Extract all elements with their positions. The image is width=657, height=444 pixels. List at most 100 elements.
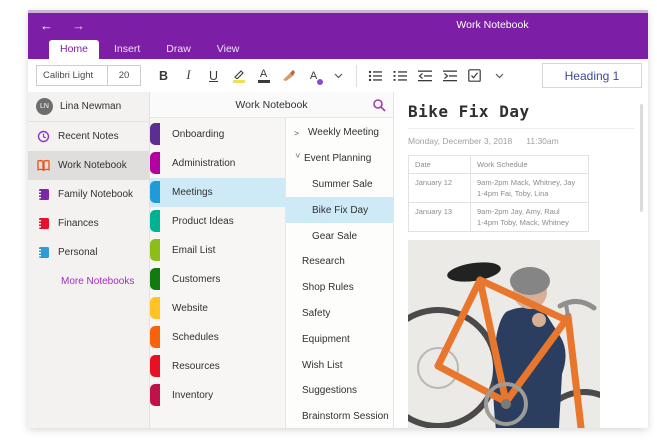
italic-button[interactable]: I: [176, 64, 201, 88]
onenote-app-window: ← → Work Notebook Home Insert Draw View …: [28, 10, 648, 428]
outdent-icon: [417, 70, 432, 81]
page-label: Shop Rules: [302, 282, 354, 294]
section-email-list[interactable]: Email List: [150, 236, 285, 265]
notebook-icon: [38, 247, 49, 258]
titlebar: ← → Work Notebook: [28, 10, 648, 40]
section-onboarding[interactable]: Onboarding: [150, 120, 285, 149]
font-size-field[interactable]: 20: [107, 65, 141, 86]
sidebar-item-finances[interactable]: Finances: [28, 209, 149, 238]
highlighter-button[interactable]: [226, 64, 251, 88]
section-label: Meetings: [172, 187, 213, 198]
page-label: Equipment: [302, 333, 350, 345]
bold-button[interactable]: B: [151, 64, 176, 88]
tab-home[interactable]: Home: [49, 40, 100, 59]
text-effects-button[interactable]: A: [301, 64, 326, 88]
indent-button[interactable]: [437, 64, 462, 88]
section-website[interactable]: Website: [150, 294, 285, 323]
font-name-field[interactable]: Calibri Light: [36, 65, 108, 86]
page-label: Wish List: [302, 359, 343, 371]
cell-schedule[interactable]: 9am-2pm Mack, Whitney, Jay 1-4pm Fai, To…: [470, 173, 589, 203]
sidebar-item-recent-notes[interactable]: Recent Notes: [28, 122, 149, 151]
notebook-panel-title: Work Notebook: [235, 98, 308, 111]
outdent-button[interactable]: [412, 64, 437, 88]
page-shop-rules[interactable]: Shop Rules: [286, 275, 393, 301]
chevron-down-icon: [334, 73, 343, 78]
sidebar-item-family-notebook[interactable]: Family Notebook: [28, 180, 149, 209]
bullet-list-button[interactable]: [362, 64, 387, 88]
back-arrow-icon[interactable]: ←: [40, 19, 53, 33]
sidebar-item-label: Family Notebook: [58, 189, 134, 200]
section-administration[interactable]: Administration: [150, 149, 285, 178]
section-inventory[interactable]: Inventory: [150, 381, 285, 410]
section-customers[interactable]: Customers: [150, 265, 285, 294]
font-color-bar-icon: [257, 79, 270, 83]
section-label: Website: [172, 303, 208, 314]
cell-date[interactable]: January 12: [408, 173, 471, 203]
page-list: > Weekly Meeting > Event Planning Summer…: [286, 118, 393, 428]
sidebar-item-personal[interactable]: Personal: [28, 238, 149, 267]
section-resources[interactable]: Resources: [150, 352, 285, 381]
numbered-list-icon: [393, 70, 407, 81]
text-effects-letter: A: [309, 69, 318, 82]
section-product-ideas[interactable]: Product Ideas: [150, 207, 285, 236]
table-row[interactable]: January 12 9am-2pm Mack, Whitney, Jay 1-…: [408, 173, 589, 203]
list-group-chevron[interactable]: [487, 64, 512, 88]
cell-date[interactable]: January 13: [408, 202, 471, 232]
style-picker[interactable]: Heading 1: [542, 63, 642, 88]
section-label: Customers: [172, 274, 221, 285]
tab-view[interactable]: View: [206, 40, 251, 59]
font-group-chevron[interactable]: [326, 64, 351, 88]
section-label: Resources: [172, 361, 220, 372]
search-icon[interactable]: [372, 98, 386, 112]
page-equipment[interactable]: Equipment: [286, 326, 393, 352]
page-label: Bike Fix Day: [312, 204, 369, 216]
section-label: Email List: [172, 245, 216, 256]
page-label: Brainstorm Session: [302, 411, 389, 423]
notebooks-sidebar: LN Lina Newman Recent Notes Work Noteboo…: [28, 92, 150, 428]
format-painter-button[interactable]: [276, 64, 301, 88]
underline-button[interactable]: U: [201, 64, 226, 88]
section-schedules[interactable]: Schedules: [150, 323, 285, 352]
more-notebooks-link[interactable]: More Notebooks: [28, 267, 149, 296]
chevron-down-icon: [495, 73, 504, 78]
expander-expanded-icon[interactable]: >: [293, 153, 303, 165]
expander-collapsed-icon[interactable]: >: [294, 128, 308, 138]
page-gear-sale[interactable]: Gear Sale: [286, 223, 393, 249]
section-label: Schedules: [172, 332, 219, 343]
section-label: Onboarding: [172, 129, 225, 140]
indent-icon: [442, 70, 457, 81]
section-color-tab: [150, 210, 160, 232]
user-account-row[interactable]: LN Lina Newman: [28, 92, 149, 122]
page-weekly-meeting[interactable]: > Weekly Meeting: [286, 120, 393, 146]
font-color-button[interactable]: A: [251, 64, 276, 88]
sidebar-item-work-notebook[interactable]: Work Notebook: [28, 151, 149, 180]
page-bike-fix-day[interactable]: Bike Fix Day: [286, 197, 393, 224]
todo-tag-button[interactable]: [462, 64, 487, 88]
page-summer-sale[interactable]: Summer Sale: [286, 172, 393, 198]
window-title: Work Notebook: [456, 19, 529, 31]
table-row[interactable]: January 13 9am-2pm Jay, Amy, Raul 1-4pm …: [408, 202, 589, 232]
sidebar-item-label: Recent Notes: [58, 131, 119, 142]
page-label: Event Planning: [304, 153, 372, 165]
page-suggestions[interactable]: Suggestions: [286, 378, 393, 404]
open-notebook-icon: [37, 159, 50, 172]
page-label: Summer Sale: [312, 178, 373, 190]
content-scrollbar[interactable]: [640, 104, 643, 212]
section-meetings[interactable]: Meetings: [150, 178, 285, 207]
page-wish-list[interactable]: Wish List: [286, 352, 393, 378]
cell-schedule[interactable]: 9am-2pm Jay, Amy, Raul 1-4pm Toby, Mack,…: [470, 202, 589, 232]
numbered-list-button[interactable]: [387, 64, 412, 88]
forward-arrow-icon[interactable]: →: [72, 19, 85, 33]
tab-draw[interactable]: Draw: [155, 40, 202, 59]
page-research[interactable]: Research: [286, 249, 393, 275]
photo-man-carrying-orange-bike[interactable]: [408, 240, 600, 428]
page-safety[interactable]: Safety: [286, 301, 393, 327]
page-event-planning[interactable]: > Event Planning: [286, 146, 393, 172]
page-brainstorm-session[interactable]: Brainstorm Session: [286, 404, 393, 428]
page-title[interactable]: Bike Fix Day: [408, 102, 648, 121]
notebook-icon: [38, 189, 49, 200]
section-color-tab: [150, 355, 160, 377]
work-schedule-table[interactable]: Date Work Schedule January 12 9am-2pm Ma…: [408, 155, 589, 232]
page-label: Gear Sale: [312, 230, 358, 242]
tab-insert[interactable]: Insert: [103, 40, 151, 59]
